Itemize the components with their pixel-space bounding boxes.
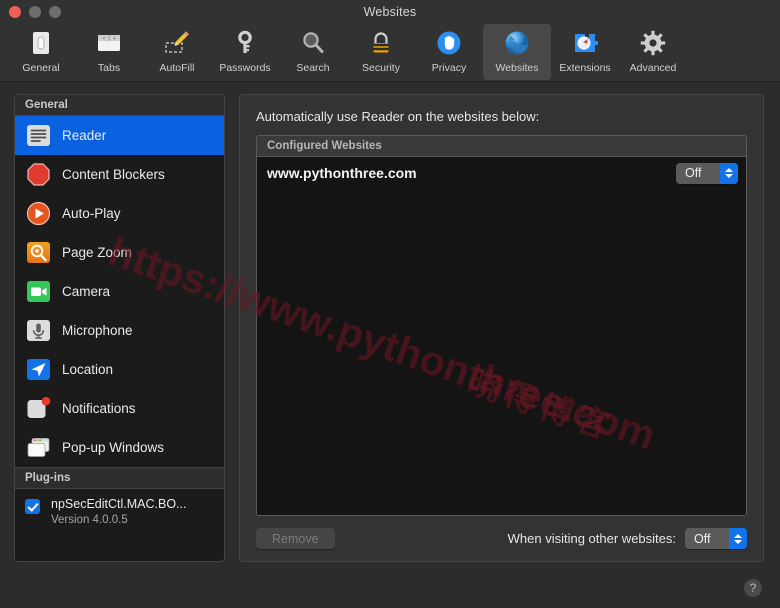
sidebar-item-microphone[interactable]: Microphone bbox=[15, 311, 224, 350]
sidebar-item-auto-play[interactable]: Auto-Play bbox=[15, 194, 224, 233]
traffic-light-buttons bbox=[9, 6, 61, 18]
plugin-checkbox[interactable] bbox=[25, 499, 40, 514]
toolbar-item-autofill-label: AutoFill bbox=[159, 62, 195, 74]
sidebar-item-auto-play-label: Auto-Play bbox=[62, 206, 121, 221]
help-button[interactable]: ? bbox=[744, 579, 762, 597]
toolbar-item-privacy[interactable]: Privacy bbox=[415, 24, 483, 80]
security-icon bbox=[365, 27, 397, 59]
toolbar-item-search-label: Search bbox=[296, 62, 330, 74]
location-icon bbox=[25, 357, 51, 383]
sidebar-item-content-blockers[interactable]: Content Blockers bbox=[15, 155, 224, 194]
panel-caption: Automatically use Reader on the websites… bbox=[256, 109, 540, 124]
content-blockers-icon bbox=[25, 162, 51, 188]
notifications-icon bbox=[25, 396, 51, 422]
table-row[interactable]: www.pythonthree.com Off bbox=[257, 157, 746, 189]
toolbar-item-tabs-label: Tabs bbox=[97, 62, 121, 74]
camera-icon bbox=[25, 279, 51, 305]
reader-icon bbox=[25, 123, 51, 149]
toolbar-item-extensions[interactable]: Extensions bbox=[551, 24, 619, 80]
sidebar-item-location-label: Location bbox=[62, 362, 114, 377]
sidebar-item-location[interactable]: Location bbox=[15, 350, 224, 389]
search-icon bbox=[297, 27, 329, 59]
extensions-icon bbox=[569, 27, 601, 59]
tabs-icon: × + bbox=[93, 27, 125, 59]
list-column-header: Configured Websites bbox=[257, 136, 746, 157]
svg-text:×: × bbox=[103, 36, 106, 42]
popup-windows-icon bbox=[25, 435, 51, 461]
autofill-icon bbox=[161, 27, 193, 59]
toolbar-item-general[interactable]: General bbox=[7, 24, 75, 80]
sidebar-item-page-zoom-label: Page Zoom bbox=[62, 245, 132, 260]
sidebar-plugin-item[interactable]: npSecEditCtl.MAC.BO... Version 4.0.0.5 bbox=[15, 489, 224, 536]
sidebar-group-general: General bbox=[15, 95, 224, 116]
title-bar: Websites bbox=[0, 0, 780, 24]
sidebar-item-reader[interactable]: Reader bbox=[15, 116, 224, 155]
site-name: www.pythonthree.com bbox=[267, 165, 417, 181]
other-websites-value: Off bbox=[694, 531, 711, 546]
toolbar-item-general-label: General bbox=[22, 62, 60, 74]
toolbar-item-passwords[interactable]: Passwords bbox=[211, 24, 279, 80]
maximize-button[interactable] bbox=[49, 6, 61, 18]
chevron-updown-icon bbox=[729, 528, 747, 549]
list-rows: www.pythonthree.com Off bbox=[257, 157, 746, 515]
toolbar-item-websites-label: Websites bbox=[495, 62, 539, 74]
plugin-version: Version 4.0.0.5 bbox=[51, 514, 128, 526]
toolbar-item-advanced-label: Advanced bbox=[629, 62, 677, 74]
toolbar-item-tabs[interactable]: × + Tabs bbox=[75, 24, 143, 80]
toolbar-item-privacy-label: Privacy bbox=[431, 62, 467, 74]
other-websites-setting: When visiting other websites: Off bbox=[508, 528, 747, 549]
sidebar-item-popup-windows-label: Pop-up Windows bbox=[62, 440, 165, 455]
panel-footer: Remove When visiting other websites: Off bbox=[256, 528, 747, 549]
chevron-updown-icon bbox=[720, 162, 738, 184]
toolbar-item-extensions-label: Extensions bbox=[559, 62, 611, 74]
toolbar-item-security-label: Security bbox=[362, 62, 400, 74]
remove-button[interactable]: Remove bbox=[256, 528, 335, 549]
sidebar-item-popup-windows[interactable]: Pop-up Windows bbox=[15, 428, 224, 467]
websites-sidebar: General Reader Content Blockers Auto-Pla… bbox=[14, 94, 225, 562]
general-icon bbox=[25, 27, 57, 59]
sidebar-item-page-zoom[interactable]: Page Zoom bbox=[15, 233, 224, 272]
auto-play-icon bbox=[25, 201, 51, 227]
preferences-body: General Reader Content Blockers Auto-Pla… bbox=[0, 82, 780, 608]
toolbar-item-advanced[interactable]: Advanced bbox=[619, 24, 687, 80]
plugin-name: npSecEditCtl.MAC.BO... bbox=[51, 497, 187, 511]
sidebar-item-content-blockers-label: Content Blockers bbox=[62, 167, 165, 182]
sidebar-item-microphone-label: Microphone bbox=[62, 323, 133, 338]
passwords-icon bbox=[229, 27, 261, 59]
preferences-window: Websites General × + Tabs AutoFill Passw… bbox=[0, 0, 780, 608]
other-websites-dropdown[interactable]: Off bbox=[685, 528, 747, 549]
minimize-button[interactable] bbox=[29, 6, 41, 18]
sidebar-item-notifications[interactable]: Notifications bbox=[15, 389, 224, 428]
sidebar-item-reader-label: Reader bbox=[62, 128, 107, 143]
microphone-icon bbox=[25, 318, 51, 344]
advanced-icon bbox=[637, 27, 669, 59]
site-setting-value: Off bbox=[685, 166, 702, 180]
privacy-icon bbox=[433, 27, 465, 59]
site-setting-dropdown[interactable]: Off bbox=[676, 162, 738, 184]
toolbar-item-autofill[interactable]: AutoFill bbox=[143, 24, 211, 80]
websites-detail-panel: Automatically use Reader on the websites… bbox=[239, 94, 764, 562]
toolbar-item-security[interactable]: Security bbox=[347, 24, 415, 80]
configured-websites-list: Configured Websites www.pythonthree.com … bbox=[256, 135, 747, 516]
sidebar-item-camera[interactable]: Camera bbox=[15, 272, 224, 311]
toolbar-item-search[interactable]: Search bbox=[279, 24, 347, 80]
toolbar-item-websites[interactable]: Websites bbox=[483, 24, 551, 80]
websites-icon bbox=[501, 27, 533, 59]
sidebar-item-camera-label: Camera bbox=[62, 284, 111, 299]
toolbar-item-passwords-label: Passwords bbox=[219, 62, 271, 74]
sidebar-item-notifications-label: Notifications bbox=[62, 401, 136, 416]
sidebar-group-plugins: Plug-ins bbox=[15, 467, 224, 489]
close-button[interactable] bbox=[9, 6, 21, 18]
svg-text:+: + bbox=[113, 36, 116, 42]
preferences-toolbar: General × + Tabs AutoFill Passwords Sear… bbox=[0, 24, 780, 82]
window-title: Websites bbox=[363, 5, 417, 19]
page-zoom-icon bbox=[25, 240, 51, 266]
other-websites-label: When visiting other websites: bbox=[507, 531, 676, 546]
